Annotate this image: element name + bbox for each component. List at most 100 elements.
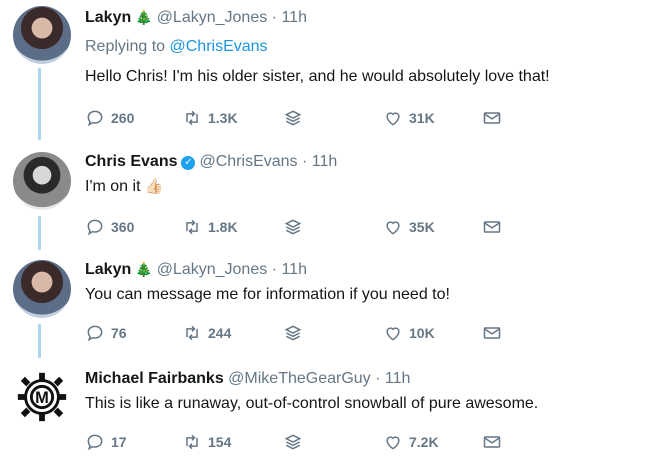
tweet-text: This is like a runaway, out-of-control s… (85, 395, 539, 412)
like-button[interactable]: 31K (383, 108, 435, 128)
like-count: 31K (409, 110, 435, 126)
stack-button[interactable] (283, 323, 303, 343)
tweet-text: You can message me for information if yo… (85, 286, 450, 303)
tweet-header: Lakyn 🎄 @Lakyn_Jones · 11h (85, 261, 307, 279)
reply-button[interactable]: 360 (85, 217, 134, 237)
thread-line (38, 324, 41, 358)
avatar[interactable] (13, 260, 71, 318)
tweet-text: Hello Chris! I'm his older sister, and h… (85, 68, 550, 85)
handle[interactable]: @Lakyn_Jones (157, 261, 268, 278)
reply-button[interactable]: 17 (85, 432, 127, 452)
like-button[interactable]: 35K (383, 217, 435, 237)
retweet-button[interactable]: 244 (182, 323, 231, 343)
thread-line (38, 68, 41, 140)
replying-prefix: Replying to (85, 38, 166, 55)
tweet-header: Lakyn 🎄 @Lakyn_Jones · 11h (85, 9, 307, 27)
heart-icon (386, 327, 400, 341)
reply-icon (87, 110, 103, 127)
handle[interactable]: @ChrisEvans (199, 153, 297, 170)
tweet[interactable]: M Michael Fairbanks @MikeTheGearGuy · 11… (0, 358, 650, 462)
retweet-count: 1.8K (208, 219, 238, 235)
like-count: 10K (409, 325, 435, 341)
reply-count: 17 (111, 434, 127, 450)
retweet-count: 1.3K (208, 110, 238, 126)
stack-button[interactable] (283, 432, 303, 452)
stack-icon (284, 434, 302, 450)
display-name[interactable]: Lakyn (85, 261, 131, 278)
tweet-actions: 360 1.8K 35K (85, 217, 515, 239)
display-name[interactable]: Michael Fairbanks (85, 370, 224, 387)
timestamp[interactable]: 11h (312, 153, 338, 170)
envelope-icon (483, 436, 501, 448)
heart-icon (386, 112, 400, 126)
replying-to: Replying to @ChrisEvans (85, 38, 268, 56)
tree-emoji-badge: 🎄 (135, 261, 153, 277)
like-button[interactable]: 7.2K (383, 432, 439, 452)
stack-button[interactable] (283, 217, 303, 237)
mention-link[interactable]: @ChrisEvans (170, 38, 268, 55)
display-name[interactable]: Lakyn (85, 9, 131, 26)
retweet-icon (186, 434, 198, 450)
separator: · (271, 261, 277, 278)
like-button[interactable]: 10K (383, 323, 435, 343)
timestamp[interactable]: 11h (385, 370, 411, 387)
handle[interactable]: @MikeTheGearGuy (228, 370, 371, 387)
heart-icon (386, 221, 400, 235)
tweet[interactable]: Lakyn 🎄 @Lakyn_Jones · 11h You can message… (0, 250, 650, 358)
tree-emoji-badge: 🎄 (135, 9, 153, 25)
tweet[interactable]: Lakyn 🎄 @Lakyn_Jones · 11h Replying to @Ch… (0, 0, 650, 140)
reply-icon (87, 325, 103, 342)
retweet-button[interactable]: 1.8K (182, 217, 238, 237)
reply-count: 360 (111, 219, 135, 235)
avatar[interactable] (13, 152, 71, 210)
reply-button[interactable]: 76 (85, 323, 127, 343)
dm-button[interactable] (482, 108, 502, 128)
thumbs-up-emoji: 👍🏻 (144, 178, 164, 195)
tweet[interactable]: Chris Evans ✓ @ChrisEvans · 11h I'm on it 👍… (0, 140, 650, 250)
heart-icon (386, 436, 400, 450)
timestamp[interactable]: 11h (281, 9, 307, 26)
reply-count: 260 (111, 110, 135, 126)
reply-count: 76 (111, 325, 127, 341)
retweet-button[interactable]: 154 (182, 432, 231, 452)
separator: · (301, 153, 308, 170)
avatar[interactable] (13, 6, 71, 64)
dm-button[interactable] (482, 323, 502, 343)
separator: · (375, 370, 381, 387)
timestamp[interactable]: 11h (281, 261, 307, 278)
reply-icon (87, 434, 103, 451)
retweet-icon (186, 110, 198, 126)
retweet-count: 244 (208, 325, 232, 341)
stack-icon (284, 325, 302, 341)
tweet-header: Chris Evans ✓ @ChrisEvans · 11h (85, 153, 337, 171)
reply-icon (87, 219, 103, 236)
stack-icon (284, 219, 302, 235)
tweet-actions: 260 1.3K 31K (85, 108, 515, 130)
stack-icon (284, 110, 302, 126)
dm-button[interactable] (482, 217, 502, 237)
separator: · (271, 9, 277, 26)
tweet-header: Michael Fairbanks @MikeTheGearGuy · 11h (85, 370, 410, 388)
handle[interactable]: @Lakyn_Jones (157, 9, 268, 26)
retweet-count: 154 (208, 434, 232, 450)
envelope-icon (483, 112, 501, 124)
retweet-icon (186, 325, 198, 341)
retweet-button[interactable]: 1.3K (182, 108, 238, 128)
like-count: 35K (409, 219, 435, 235)
display-name[interactable]: Chris Evans (85, 153, 177, 170)
envelope-icon (483, 327, 501, 339)
envelope-icon (483, 221, 501, 233)
reply-button[interactable]: 260 (85, 108, 134, 128)
thread-line (38, 216, 41, 250)
stack-button[interactable] (283, 108, 303, 128)
tweet-text: I'm on it 👍🏻 (85, 177, 163, 196)
like-count: 7.2K (409, 434, 439, 450)
tweet-actions: 17 154 7.2K (85, 432, 515, 454)
gear-logo-avatar[interactable]: M (13, 368, 71, 426)
tweet-text-body: I'm on it (85, 178, 141, 195)
dm-button[interactable] (482, 432, 502, 452)
gear-logo-letter: M (35, 389, 49, 407)
verified-badge-icon: ✓ (181, 156, 196, 170)
retweet-icon (186, 219, 198, 235)
tweet-actions: 76 244 10K (85, 323, 515, 345)
